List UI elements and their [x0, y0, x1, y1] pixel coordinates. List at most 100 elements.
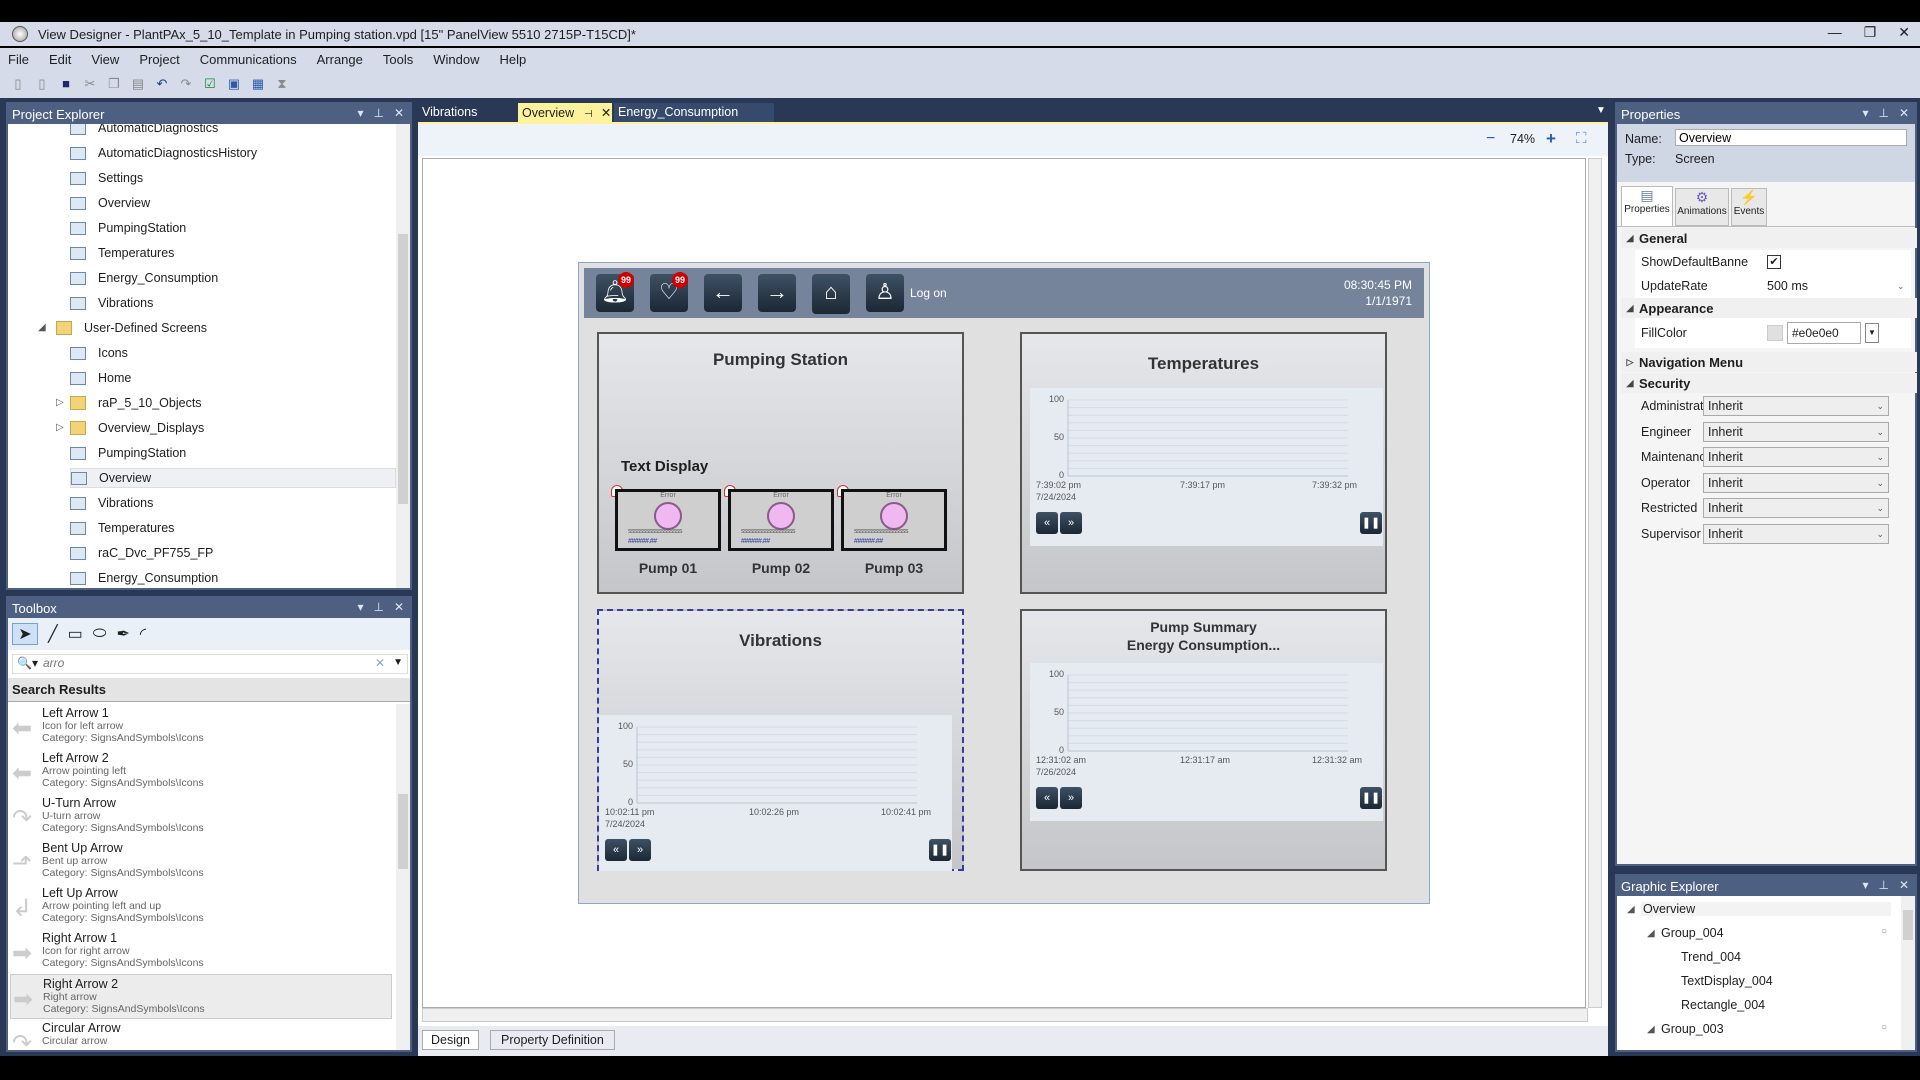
toolbox-result-item[interactable]: ↷ U-Turn Arrow U-turn arrow Category: Signs…: [10, 794, 392, 839]
toolbox-result-item[interactable]: ⬅ Left Arrow 2 Arrow pointing left Category…: [10, 749, 392, 794]
dropdown-icon[interactable]: ▾: [1862, 106, 1868, 120]
section-security[interactable]: ◢ Security: [1621, 373, 1917, 393]
verify-icon[interactable]: ☑: [202, 76, 218, 92]
collapse-icon[interactable]: ◢: [38, 322, 46, 333]
tree-item[interactable]: User-Defined Screens: [56, 318, 207, 338]
tree-item[interactable]: AutomaticDiagnosticsHistory: [70, 143, 257, 163]
scroll-forward-button[interactable]: »: [1060, 787, 1082, 809]
tree-item[interactable]: AutomaticDiagnostics: [70, 124, 218, 138]
tab-energy-consumption[interactable]: Energy_Consumption: [614, 103, 774, 122]
graphic-tree-item[interactable]: Group_003: [1661, 1022, 1724, 1036]
tree-item[interactable]: raP_5_10_Objects: [70, 393, 202, 413]
search-options-icon[interactable]: ▼: [393, 657, 403, 668]
tab-events[interactable]: ⚡ Events: [1731, 188, 1767, 226]
pin-icon[interactable]: ⊥: [373, 600, 383, 614]
fit-to-window-icon[interactable]: ⛶: [1576, 130, 1587, 147]
fill-color-dropdown[interactable]: ▼: [1865, 323, 1879, 343]
menu-arrange[interactable]: Arrange: [317, 52, 363, 67]
toolbox-search-input[interactable]: [43, 656, 373, 670]
hourglass-icon[interactable]: ⧗: [274, 76, 290, 92]
temperatures-card[interactable]: Temperatures 100 50 0 7:39:02 pm 7:39:17 pm 7…: [1020, 332, 1387, 594]
dropdown-icon[interactable]: ▾: [1862, 878, 1868, 892]
tab-vibrations[interactable]: Vibrations: [418, 103, 516, 122]
tab-overview[interactable]: Overview ⊣ ✕: [518, 103, 612, 122]
close-icon[interactable]: ✕: [1899, 106, 1909, 120]
section-navigation-menu[interactable]: ▷ Navigation Menu: [1621, 352, 1917, 372]
tree-item[interactable]: Temperatures: [70, 243, 174, 263]
toolbox-result-item[interactable]: ↷ Circular Arrow Circular arrow: [10, 1019, 392, 1050]
rectangle-tool-icon[interactable]: ▭: [68, 624, 83, 644]
close-icon[interactable]: ✕: [394, 106, 404, 120]
chevron-down-icon[interactable]: ⌄: [1897, 281, 1905, 292]
expand-icon[interactable]: ▷: [56, 397, 64, 408]
new-icon[interactable]: ▯: [10, 76, 26, 92]
scroll-back-button[interactable]: «: [1036, 787, 1058, 809]
menu-edit[interactable]: Edit: [49, 52, 71, 67]
close-icon[interactable]: ✕: [394, 600, 404, 614]
redo-icon[interactable]: ↷: [178, 76, 194, 92]
expand-icon[interactable]: ▷: [56, 422, 64, 433]
pin-icon[interactable]: ⊥: [1878, 878, 1888, 892]
menu-window[interactable]: Window: [433, 52, 479, 67]
pump-faceplate[interactable]: Error ssssssssssssssssss ######.##: [615, 489, 721, 551]
vibrations-trend[interactable]: 100 50 0 10:02:11 pm 10:02:26 pm 10:02:41 pm 7…: [599, 715, 952, 871]
download-icon[interactable]: ▣: [226, 76, 242, 92]
home-button[interactable]: ⌂: [812, 274, 850, 314]
alarm-button[interactable]: 🔔︎ 99: [596, 272, 634, 312]
back-button[interactable]: ←: [704, 274, 742, 312]
ellipse-tool-icon[interactable]: ⬭: [93, 625, 107, 643]
pause-button[interactable]: ❚❚: [929, 839, 951, 861]
forward-button[interactable]: →: [758, 274, 796, 312]
pointer-tool-icon[interactable]: ➤: [12, 623, 38, 645]
pump-faceplate[interactable]: Error ssssssssssssssssss ######.##: [841, 489, 947, 551]
menu-project[interactable]: Project: [139, 52, 179, 67]
pause-button[interactable]: ❚❚: [1360, 512, 1382, 534]
paste-icon[interactable]: ▤: [130, 76, 146, 92]
toolbox-result-item[interactable]: ➡ Right Arrow 1 Icon for right arrow Catego…: [10, 929, 392, 974]
arc-tool-icon[interactable]: ◜: [140, 624, 146, 644]
show-default-banner-checkbox[interactable]: ✔: [1767, 255, 1781, 269]
pump-faceplate[interactable]: Error ssssssssssssssssss ######.##: [728, 489, 834, 551]
diagnostics-button[interactable]: ♡ 99: [650, 272, 688, 312]
menu-communications[interactable]: Communications: [200, 52, 297, 67]
security-select[interactable]: Inherit ⌄: [1703, 447, 1889, 467]
fill-color-input[interactable]: #e0e0e0: [1787, 322, 1861, 344]
name-input[interactable]: [1675, 129, 1907, 146]
communications-icon[interactable]: ▦: [250, 76, 266, 92]
scrollbar[interactable]: [1901, 896, 1915, 1050]
scroll-forward-button[interactable]: »: [629, 839, 651, 861]
user-button[interactable]: ♙: [866, 274, 904, 312]
horizontal-scrollbar[interactable]: [422, 1008, 1588, 1022]
toolbox-result-item[interactable]: ➡ Right Arrow 2 Right arrow Category: Signs…: [10, 974, 392, 1019]
tree-item[interactable]: Energy_Consumption: [70, 268, 218, 288]
security-select[interactable]: Inherit ⌄: [1703, 396, 1889, 416]
graphic-tree-item[interactable]: Overview: [1641, 902, 1891, 916]
tree-item[interactable]: Home: [70, 368, 131, 388]
update-rate-select[interactable]: 500 ms: [1767, 279, 1897, 293]
undo-icon[interactable]: ↶: [154, 76, 170, 92]
tree-item[interactable]: raC_Dvc_PF755_FP: [70, 543, 213, 563]
pin-icon[interactable]: ⊥: [373, 106, 383, 120]
zoom-out-button[interactable]: −: [1486, 130, 1495, 148]
menu-file[interactable]: File: [8, 52, 29, 67]
tree-item[interactable]: PumpingStation: [70, 443, 186, 463]
tree-item[interactable]: Settings: [70, 168, 143, 188]
pen-tool-icon[interactable]: ✒: [116, 624, 129, 644]
collapse-icon[interactable]: ◢: [1627, 904, 1635, 915]
tree-item[interactable]: Overview: [70, 193, 150, 213]
tree-item[interactable]: Overview_Displays: [70, 418, 204, 438]
tab-animations[interactable]: ⚙ Animations: [1675, 188, 1729, 226]
open-icon[interactable]: ▯: [34, 76, 50, 92]
pumping-station-card[interactable]: Pumping Station Text Display Error ssssss…: [597, 332, 964, 594]
tree-item[interactable]: Energy_Consumption: [70, 568, 218, 588]
menu-view[interactable]: View: [91, 52, 119, 67]
pin-icon[interactable]: ⊥: [1878, 106, 1888, 120]
tab-property-definition[interactable]: Property Definition: [490, 1030, 615, 1050]
close-button[interactable]: ✕: [1898, 24, 1910, 41]
section-appearance[interactable]: ◢ Appearance: [1621, 298, 1917, 318]
vibrations-card[interactable]: Vibrations 100 50 0 10:02:11 pm 10:02:26 pm 1…: [597, 609, 964, 871]
security-select[interactable]: Inherit ⌄: [1703, 523, 1889, 544]
cut-icon[interactable]: ✂: [82, 76, 98, 92]
section-general[interactable]: ◢ General: [1621, 228, 1917, 248]
scrollbar[interactable]: [396, 124, 410, 588]
